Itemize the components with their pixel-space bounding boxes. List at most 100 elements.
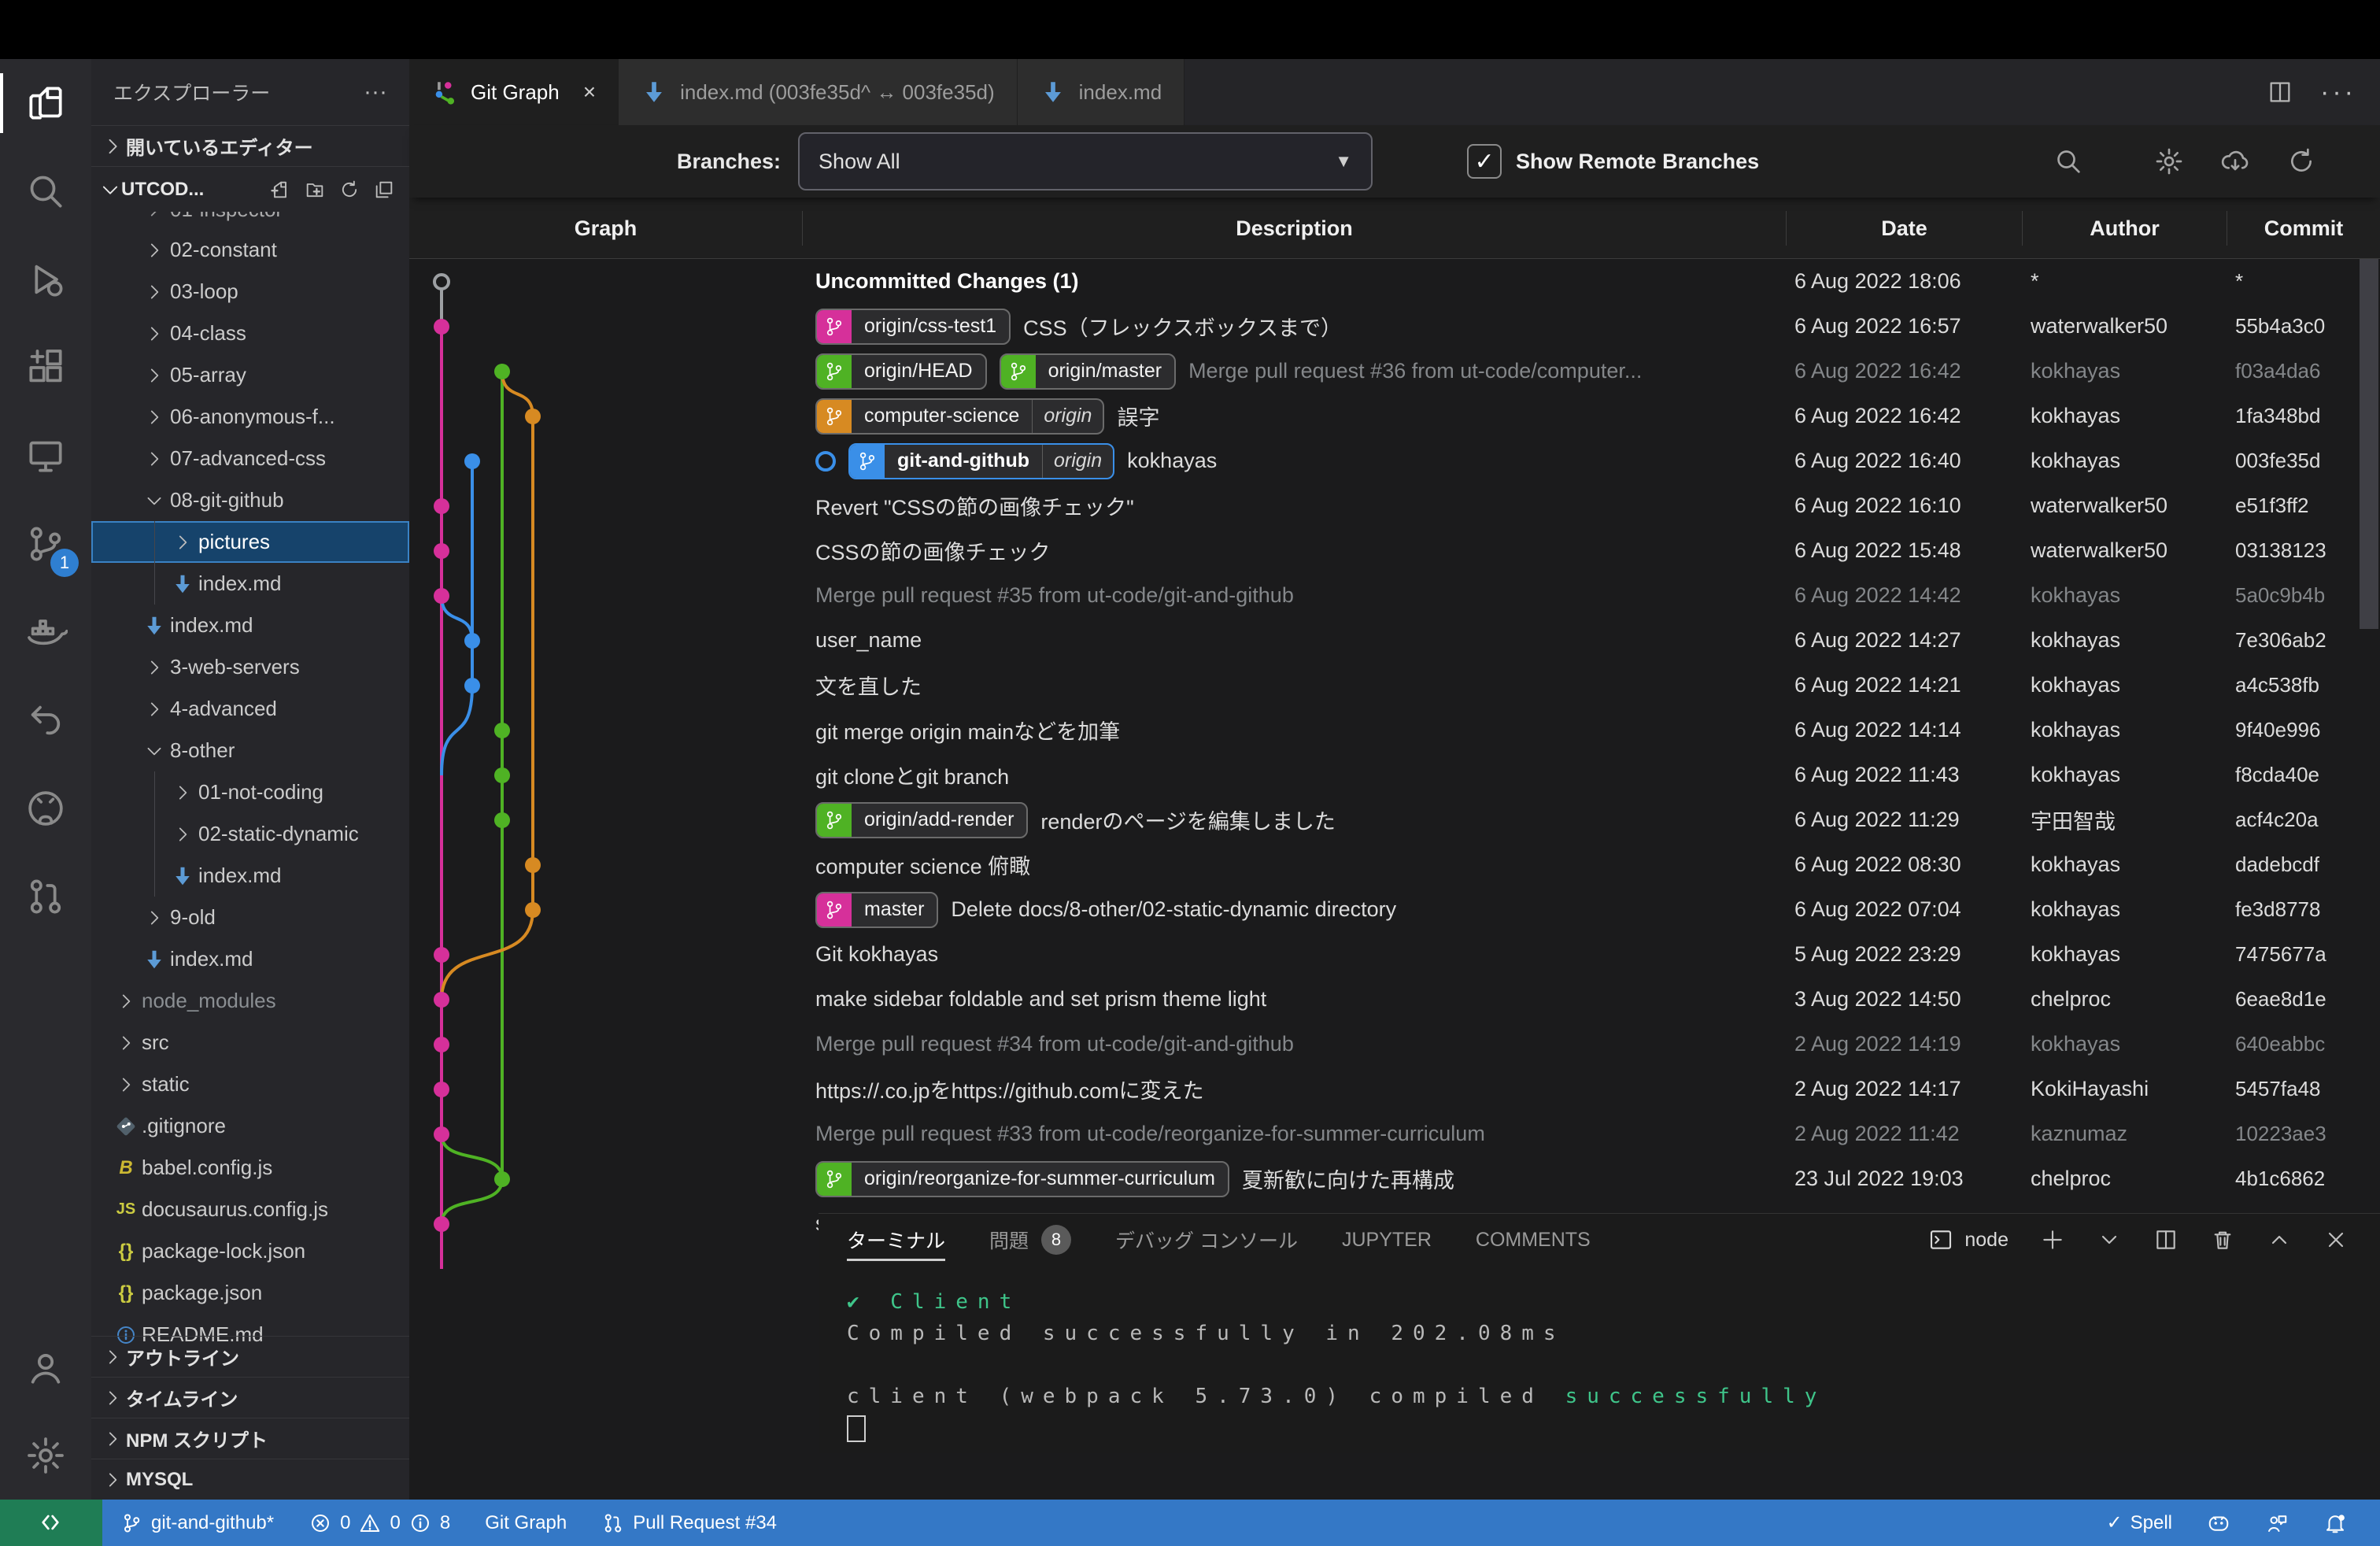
commit-row[interactable]: CSSの節の画像チェック6 Aug 2022 15:48waterwalker5…	[409, 528, 2380, 573]
commit-row[interactable]: Merge pull request #34 from ut-code/git-…	[409, 1022, 2380, 1067]
activitybar-undo-arrow[interactable]	[0, 676, 91, 764]
git-graph-status-item[interactable]: Git Graph	[468, 1500, 584, 1546]
show-remote-branches-checkbox[interactable]: ✓ Show Remote Branches	[1467, 144, 1759, 179]
commit-row[interactable]: 文を直した6 Aug 2022 14:21kokhayasa4c538fb	[409, 663, 2380, 708]
split-terminal-icon[interactable]	[2153, 1227, 2179, 1252]
commit-row[interactable]: Merge pull request #33 from ut-code/reor…	[409, 1111, 2380, 1156]
branch-chip[interactable]: git-and-githuborigin	[848, 443, 1114, 479]
branch-chip[interactable]: computer-scienceorigin	[815, 398, 1104, 435]
refresh-explorer-icon[interactable]	[332, 174, 367, 205]
commit-row[interactable]: computer-scienceorigin誤字6 Aug 2022 16:42…	[409, 394, 2380, 438]
remote-indicator[interactable]	[0, 1500, 102, 1546]
activitybar-explorer[interactable]	[0, 59, 91, 147]
file-item-index.md[interactable]: index.md	[91, 938, 409, 980]
branch-chip[interactable]: origin/add-render	[815, 802, 1028, 838]
editor-tab-index.md[interactable]: index.md	[1018, 59, 1185, 125]
folder-item-01-inspector[interactable]: 01-inspector	[91, 212, 409, 229]
commit-row[interactable]: git cloneとgit branch6 Aug 2022 11:43kokh…	[409, 753, 2380, 797]
open-editors-section[interactable]: 開いているエディター	[91, 125, 409, 166]
branch-chip[interactable]: origin/master	[1000, 353, 1177, 390]
branch-status-item[interactable]: git-and-github*	[102, 1500, 291, 1546]
notifications-status-item[interactable]	[2306, 1511, 2364, 1535]
activitybar-remote-explorer[interactable]	[0, 412, 91, 500]
sidebar-section-タイムライン[interactable]: タイムライン	[91, 1377, 409, 1418]
sidebar-more-icon[interactable]: ···	[364, 79, 387, 105]
file-item-package-lock.json[interactable]: {}package-lock.json	[91, 1230, 409, 1272]
folder-item-9-old[interactable]: 9-old	[91, 897, 409, 938]
commit-row[interactable]: origin/reorganize-for-summer-curriculum夏…	[409, 1156, 2380, 1201]
panel-tab-問題[interactable]: 問題8	[989, 1214, 1071, 1266]
editor-tab-Git[interactable]: Git Graph×	[409, 59, 619, 125]
new-file-icon[interactable]	[263, 174, 298, 205]
gear-icon[interactable]	[2153, 146, 2185, 177]
close-tab-icon[interactable]: ×	[583, 80, 596, 105]
file-item-docusaurus.config.js[interactable]: JSdocusaurus.config.js	[91, 1189, 409, 1230]
commit-row[interactable]: git-and-githuboriginkokhayas6 Aug 2022 1…	[409, 438, 2380, 483]
folder-item-src[interactable]: src	[91, 1022, 409, 1063]
panel-tab-デバッグ コンソール[interactable]: デバッグ コンソール	[1115, 1214, 1298, 1266]
folder-item-3-web-servers[interactable]: 3-web-servers	[91, 646, 409, 688]
maximize-panel-icon[interactable]	[2267, 1227, 2292, 1252]
commit-row[interactable]: origin/css-test1CSS（フレックスボックスまで）6 Aug 20…	[409, 304, 2380, 349]
activitybar-extensions[interactable]	[0, 324, 91, 412]
problems-status-item[interactable]: 0 0 8	[291, 1500, 468, 1546]
split-editor-icon[interactable]	[2267, 79, 2293, 105]
sidebar-section-MYSQL[interactable]: MYSQL	[91, 1459, 409, 1500]
activitybar-accounts[interactable]	[0, 1323, 91, 1411]
commit-row[interactable]: make sidebar foldable and set prism them…	[409, 977, 2380, 1022]
activitybar-docker[interactable]	[0, 588, 91, 676]
folder-item-04-class[interactable]: 04-class	[91, 313, 409, 354]
panel-tab-JUPYTER[interactable]: JUPYTER	[1342, 1214, 1432, 1266]
file-item-index.md[interactable]: index.md	[91, 605, 409, 646]
scrollbar-thumb[interactable]	[2360, 259, 2378, 629]
activitybar-run-debug[interactable]	[0, 235, 91, 324]
workspace-section-header[interactable]: UTCOD...	[91, 166, 409, 212]
folder-item-02-static-dynamic[interactable]: 02-static-dynamic	[91, 813, 409, 855]
folder-item-06-anonymous-f...[interactable]: 06-anonymous-f...	[91, 396, 409, 438]
folder-item-4-advanced[interactable]: 4-advanced	[91, 688, 409, 730]
folder-item-static[interactable]: static	[91, 1063, 409, 1105]
terminal-dropdown-icon[interactable]	[2097, 1227, 2122, 1252]
feedback-status-item[interactable]	[2248, 1511, 2306, 1535]
editor-more-icon[interactable]: ···	[2320, 77, 2356, 108]
commit-row[interactable]: computer science 俯瞰6 Aug 2022 08:30kokha…	[409, 842, 2380, 887]
branch-chip[interactable]: master	[815, 892, 938, 928]
branches-dropdown[interactable]: Show All ▼	[798, 132, 1373, 190]
sidebar-section-アウトライン[interactable]: アウトライン	[91, 1336, 409, 1377]
folder-item-03-loop[interactable]: 03-loop	[91, 271, 409, 313]
folder-item-02-constant[interactable]: 02-constant	[91, 229, 409, 271]
branch-chip[interactable]: origin/reorganize-for-summer-curriculum	[815, 1161, 1229, 1197]
copilot-status-item[interactable]	[2190, 1511, 2248, 1535]
folder-item-8-other[interactable]: 8-other	[91, 730, 409, 771]
commit-row[interactable]: origin/add-renderrenderのページを編集しました6 Aug …	[409, 797, 2380, 842]
commit-row[interactable]: Revert "CSSの節の画像チェック"6 Aug 2022 16:10wat…	[409, 483, 2380, 528]
commit-row[interactable]: https://.co.jpをhttps://github.comに変えた2 A…	[409, 1067, 2380, 1111]
branch-chip[interactable]: origin/css-test1	[815, 309, 1011, 345]
new-folder-icon[interactable]	[298, 174, 332, 205]
spell-status-item[interactable]: ✓ Spell	[2090, 1511, 2190, 1534]
terminal-shell-item[interactable]: node	[1928, 1227, 2009, 1252]
commit-row[interactable]: origin/HEADorigin/masterMerge pull reque…	[409, 349, 2380, 394]
close-panel-icon[interactable]	[2323, 1227, 2349, 1252]
search-icon[interactable]	[2053, 146, 2084, 177]
pull-request-status-item[interactable]: Pull Request #34	[584, 1500, 794, 1546]
file-item-index.md[interactable]: index.md	[91, 563, 409, 605]
folder-item-node_modules[interactable]: node_modules	[91, 980, 409, 1022]
sidebar-section-NPM スクリプト[interactable]: NPM スクリプト	[91, 1418, 409, 1459]
folder-item-05-array[interactable]: 05-array	[91, 354, 409, 396]
folder-item-01-not-coding[interactable]: 01-not-coding	[91, 771, 409, 813]
editor-tab-index.md[interactable]: index.md (003fe35d^ ↔ 003fe35d)	[619, 59, 1018, 125]
file-item-index.md[interactable]: index.md	[91, 855, 409, 897]
activitybar-github[interactable]	[0, 764, 91, 853]
new-terminal-icon[interactable]	[2040, 1227, 2065, 1252]
kill-terminal-icon[interactable]	[2210, 1227, 2235, 1252]
folder-item-07-advanced-css[interactable]: 07-advanced-css	[91, 438, 409, 479]
branch-chip[interactable]: origin/HEAD	[815, 353, 987, 390]
commit-row[interactable]: user_name6 Aug 2022 14:27kokhayas7e306ab…	[409, 618, 2380, 663]
commit-row[interactable]: Uncommitted Changes (1)6 Aug 2022 18:06*…	[409, 259, 2380, 304]
folder-item-pictures[interactable]: pictures	[91, 521, 409, 563]
panel-tab-COMMENTS[interactable]: COMMENTS	[1476, 1214, 1591, 1266]
activitybar-pull-request[interactable]	[0, 853, 91, 941]
file-item-.gitignore[interactable]: .gitignore	[91, 1105, 409, 1147]
commit-row[interactable]: Git kokhayas5 Aug 2022 23:29kokhayas7475…	[409, 932, 2380, 977]
